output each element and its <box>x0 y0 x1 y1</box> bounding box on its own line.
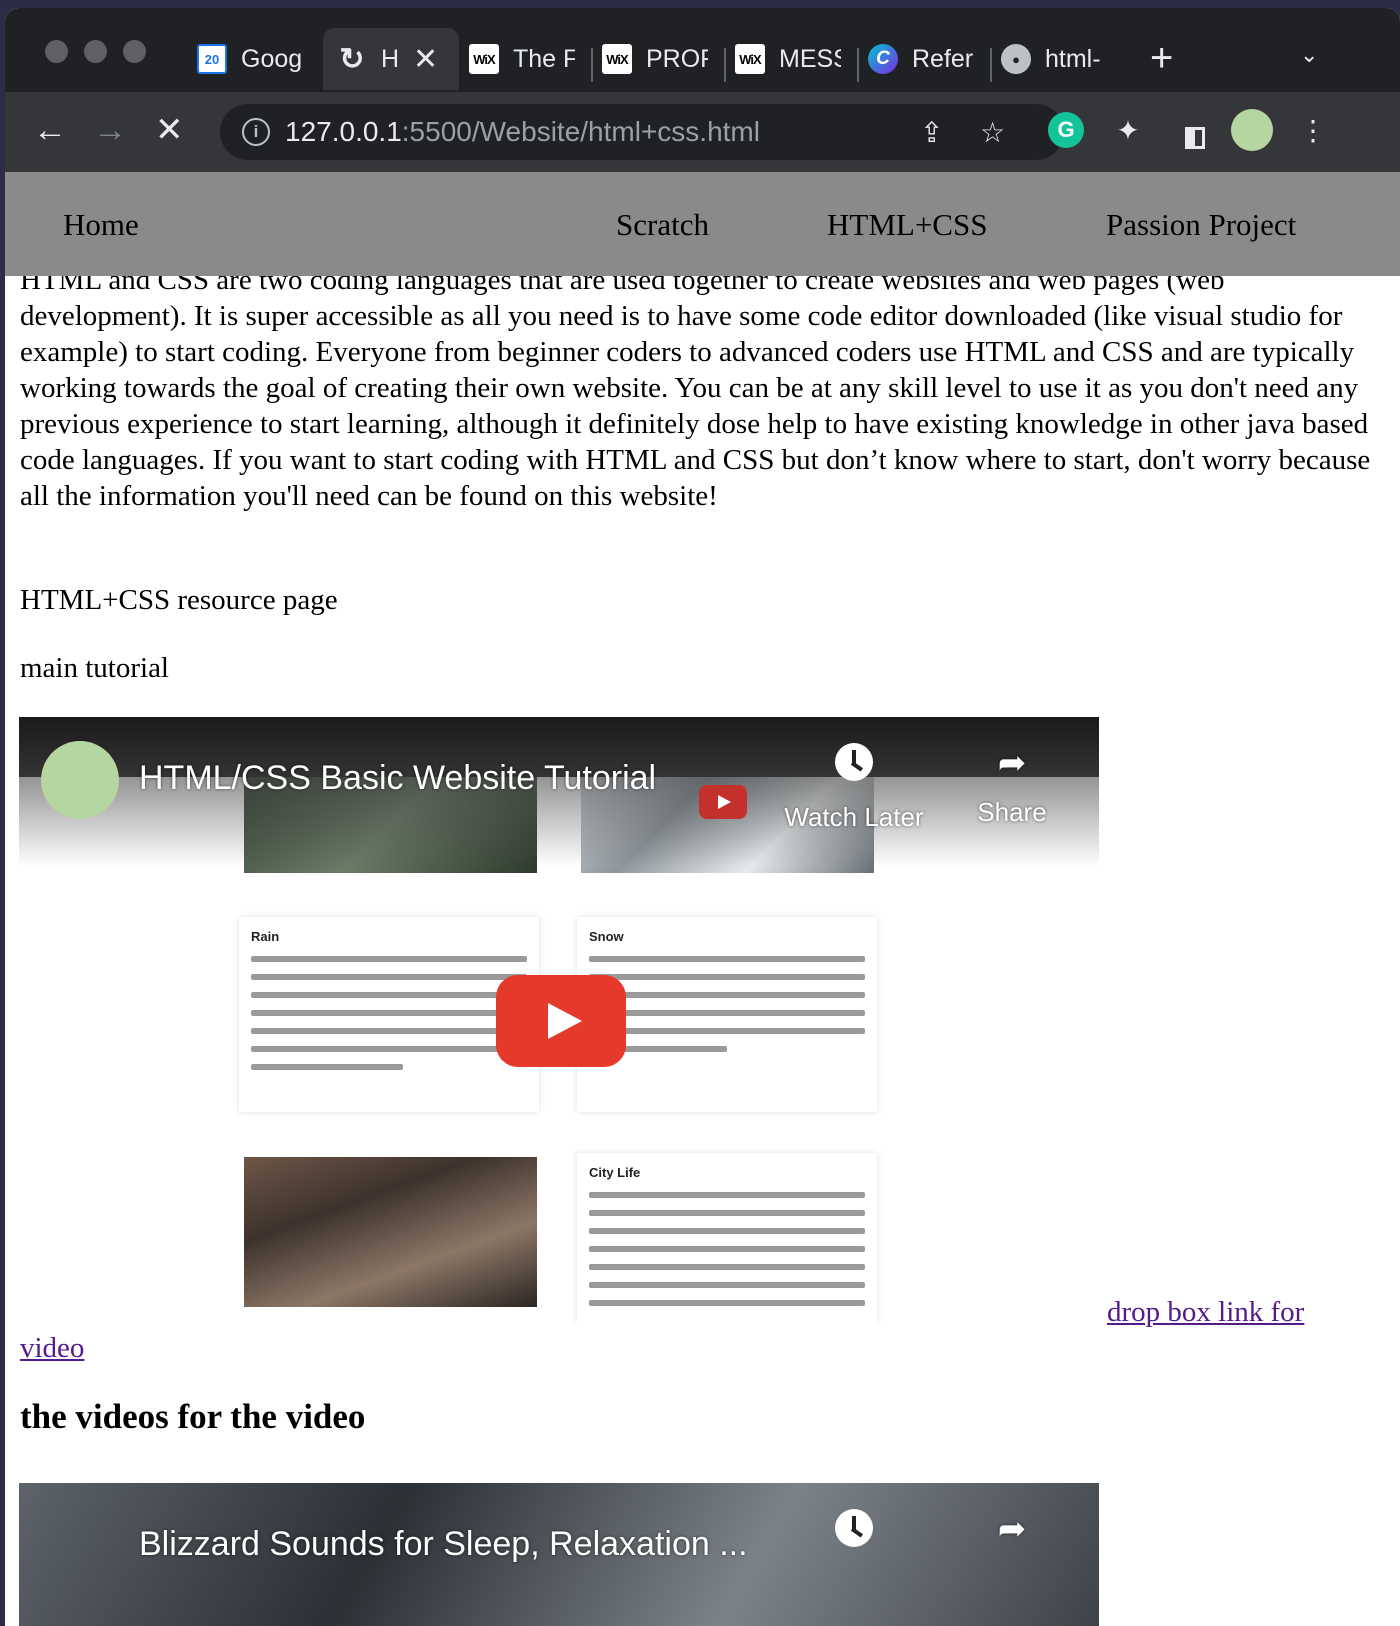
video-title[interactable]: Blizzard Sounds for Sleep, Relaxation ..… <box>139 1525 748 1564</box>
dropbox-video-link[interactable]: drop box link for <box>1107 1296 1304 1329</box>
tab-wix-2[interactable]: WiX PROF <box>602 28 720 90</box>
dropbox-video-link-continued[interactable]: video <box>20 1332 84 1365</box>
canva-icon: C <box>868 44 898 74</box>
kebab-menu-icon[interactable]: ⋮ <box>1295 112 1331 148</box>
share-button[interactable]: ➦ Share <box>942 743 1082 828</box>
tab-separator <box>857 48 859 82</box>
browser-toolbar: ← → ✕ i 127.0.0.1:5500/Website/html+css.… <box>5 92 1400 172</box>
browser-window: 20 Goog ↻ H ✕ WiX The F WiX PROF WiX MES… <box>5 8 1400 1626</box>
maximize-window-button[interactable] <box>123 40 146 63</box>
loading-spinner-icon: ↻ <box>339 42 365 76</box>
tab-separator <box>591 48 593 82</box>
main-tutorial-text: main tutorial <box>20 652 169 684</box>
nav-htmlcss-link[interactable]: HTML+CSS <box>827 207 987 243</box>
tab-separator <box>990 48 992 82</box>
video-card-city: City Life <box>577 1153 877 1323</box>
profile-avatar[interactable] <box>1231 109 1273 151</box>
close-window-button[interactable] <box>45 40 68 63</box>
videos-heading: the videos for the video <box>20 1397 366 1436</box>
video-card-rain: Rain <box>239 917 539 1112</box>
share-arrow-icon: ➦ <box>997 744 1027 782</box>
tab-separator <box>724 48 726 82</box>
nav-home-link[interactable]: Home <box>63 207 139 243</box>
tab-wix-1[interactable]: WiX The F <box>469 28 587 90</box>
tab-wix-3[interactable]: WiX MESS <box>735 28 853 90</box>
url-text[interactable]: 127.0.0.1:5500/Website/html+css.html <box>285 116 760 148</box>
page-viewport: Home Scratch HTML+CSS Passion Project HT… <box>5 172 1400 1626</box>
share-button[interactable]: ➦ <box>942 1509 1082 1563</box>
wix-icon: WiX <box>602 44 632 74</box>
play-button-icon[interactable] <box>496 975 626 1067</box>
globe-icon: ● <box>1001 44 1031 74</box>
blizzard-video-embed[interactable]: Blizzard Sounds for Sleep, Relaxation ..… <box>19 1483 1099 1626</box>
tutorial-video-embed[interactable]: Rain Snow City Life HTML/CSS Basic Websi… <box>19 717 1099 1323</box>
intro-paragraph: HTML and CSS are two coding languages th… <box>20 264 1371 512</box>
clock-icon <box>835 743 873 781</box>
watch-later-button[interactable] <box>784 1509 924 1568</box>
tab-canva[interactable]: C Refer <box>868 28 986 90</box>
tab-search-chevron-icon[interactable]: ⌄ <box>1300 42 1318 68</box>
clock-icon <box>835 1509 873 1547</box>
video-city-image <box>244 1157 537 1307</box>
tab-current[interactable]: ↻ H ✕ <box>323 28 459 90</box>
calendar-icon: 20 <box>197 44 227 74</box>
stop-loading-button[interactable]: ✕ <box>155 110 184 150</box>
resource-page-text: HTML+CSS resource page <box>20 584 338 616</box>
wix-icon: WiX <box>735 44 765 74</box>
share-arrow-icon: ➦ <box>997 1510 1027 1548</box>
tab-google-calendar[interactable]: 20 Goog <box>197 28 315 90</box>
tab-strip: 20 Goog ↻ H ✕ WiX The F WiX PROF WiX MES… <box>5 8 1400 92</box>
window-controls <box>45 40 146 63</box>
close-tab-icon[interactable]: ✕ <box>413 42 438 77</box>
bookmark-star-icon[interactable]: ☆ <box>980 116 1005 149</box>
new-tab-button[interactable]: + <box>1150 38 1173 78</box>
nav-passion-project-link[interactable]: Passion Project <box>1106 207 1296 243</box>
back-button[interactable]: ← <box>33 110 67 150</box>
grammarly-extension-icon[interactable]: G <box>1048 112 1084 148</box>
side-panel-icon[interactable] <box>1177 120 1213 156</box>
wix-icon: WiX <box>469 44 499 74</box>
watch-later-button[interactable]: Watch Later <box>784 743 924 833</box>
address-bar[interactable]: i 127.0.0.1:5500/Website/html+css.html ⇪… <box>220 104 1064 160</box>
extensions-puzzle-icon[interactable]: ✦ <box>1110 112 1146 148</box>
video-title[interactable]: HTML/CSS Basic Website Tutorial <box>139 759 656 798</box>
tab-html[interactable]: ● html- <box>1001 28 1119 90</box>
forward-button[interactable]: → <box>93 110 127 150</box>
site-info-icon[interactable]: i <box>242 118 270 146</box>
share-icon[interactable]: ⇪ <box>920 116 943 149</box>
nav-scratch-link[interactable]: Scratch <box>616 207 709 243</box>
youtube-logo-icon <box>699 785 747 819</box>
site-navbar: Home Scratch HTML+CSS Passion Project <box>5 172 1400 276</box>
channel-avatar[interactable] <box>41 741 119 819</box>
minimize-window-button[interactable] <box>84 40 107 63</box>
